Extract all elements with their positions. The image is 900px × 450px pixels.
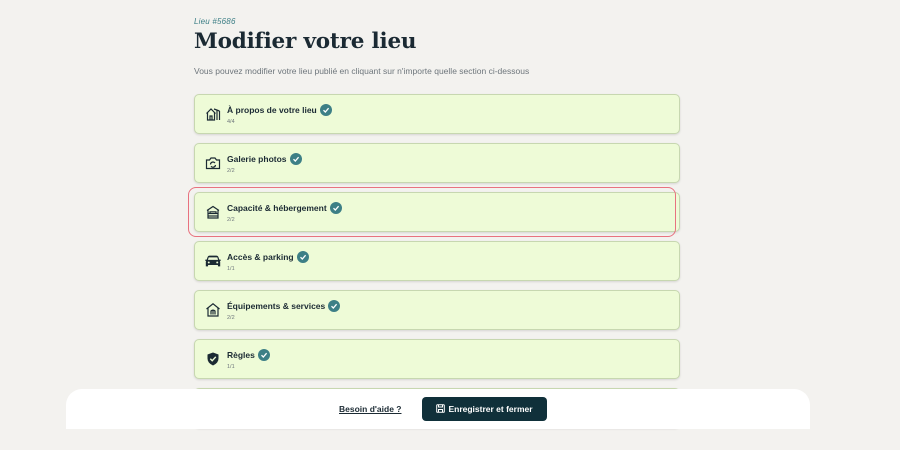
check-circle-icon <box>319 104 332 116</box>
section-title: Règles <box>227 350 255 360</box>
help-link[interactable]: Besoin d'aide ? <box>339 404 401 414</box>
shield-check-icon <box>204 350 222 368</box>
section-count: 4/4 <box>227 119 235 125</box>
save-icon <box>436 403 446 415</box>
section-card-capacity[interactable]: Capacité & hébergement 2/2 <box>194 192 680 232</box>
car-icon <box>204 252 222 270</box>
check-circle-icon <box>296 251 309 263</box>
section-card-rules[interactable]: Règles 1/1 <box>194 339 680 379</box>
photo-icon <box>204 154 222 172</box>
section-title: Capacité & hébergement <box>227 203 327 213</box>
section-count: 1/1 <box>227 364 235 370</box>
section-card-amenities[interactable]: Équipements & services 2/2 <box>194 290 680 330</box>
check-circle-icon <box>329 202 342 214</box>
section-card-about[interactable]: À propos de votre lieu 4/4 <box>194 94 680 134</box>
house-icon <box>204 105 222 123</box>
check-circle-icon <box>289 153 302 165</box>
check-circle-icon <box>328 300 341 312</box>
section-title: Galerie photos <box>227 154 287 164</box>
section-card-access[interactable]: Accès & parking 1/1 <box>194 241 680 281</box>
page-subtitle: Vous pouvez modifier votre lieu publié e… <box>194 66 530 76</box>
footer-bar: Besoin d'aide ? Enregistrer et fermer <box>66 389 810 429</box>
section-count: 2/2 <box>227 217 235 223</box>
section-title: Accès & parking <box>227 252 294 262</box>
section-count: 2/2 <box>227 315 235 321</box>
section-title: Équipements & services <box>227 301 326 311</box>
save-and-close-button[interactable]: Enregistrer et fermer <box>422 397 547 421</box>
bed-icon <box>204 203 222 221</box>
section-count: 2/2 <box>227 168 235 174</box>
save-button-label: Enregistrer et fermer <box>448 404 533 414</box>
lieu-id: Lieu #5686 <box>194 17 236 26</box>
amenities-icon <box>204 301 222 319</box>
section-card-gallery[interactable]: Galerie photos 2/2 <box>194 143 680 183</box>
check-circle-icon <box>257 349 270 361</box>
section-count: 1/1 <box>227 266 235 272</box>
page-title: Modifier votre lieu <box>194 29 417 54</box>
section-title: À propos de votre lieu <box>227 105 317 115</box>
